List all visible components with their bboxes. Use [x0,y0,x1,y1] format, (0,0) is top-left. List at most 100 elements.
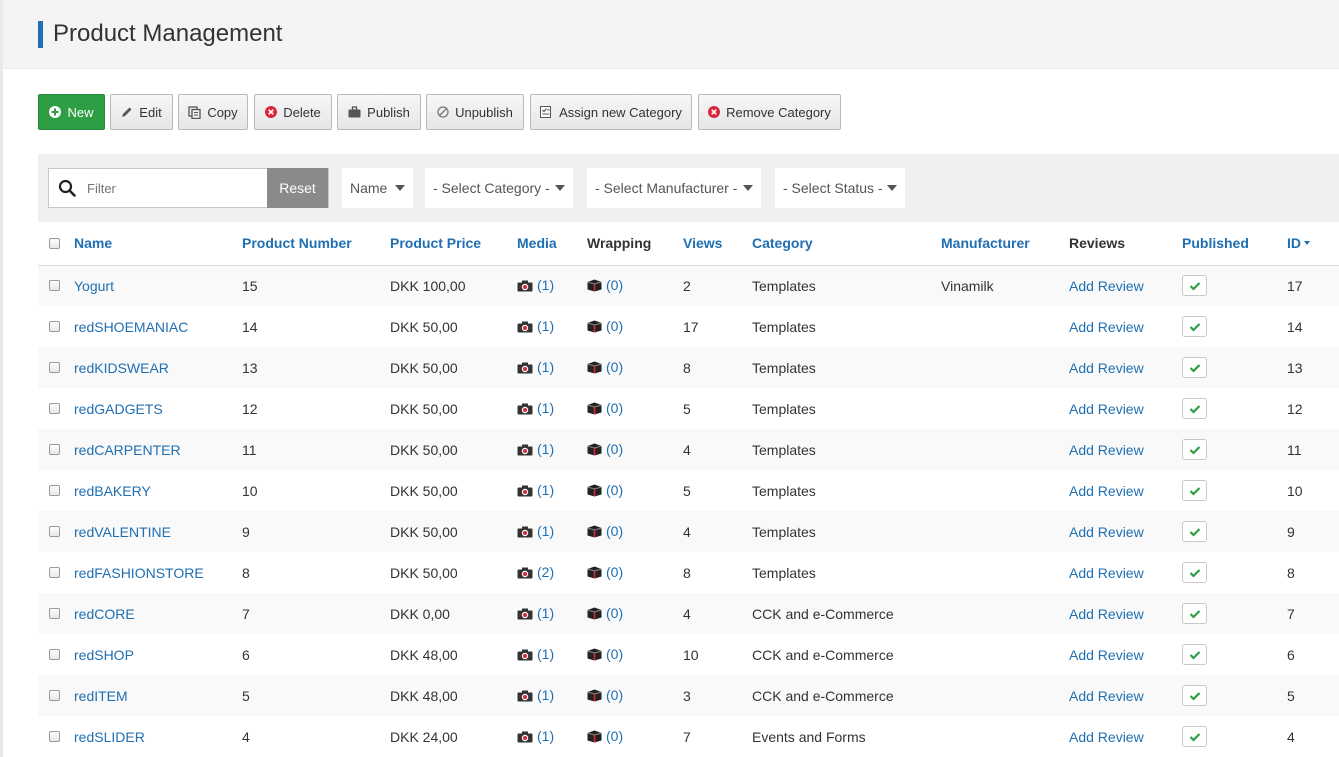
media-link[interactable]: (1) [517,523,554,539]
product-name-link[interactable]: Yogurt [74,278,114,294]
add-review-link[interactable]: Add Review [1069,483,1144,499]
wrapping-link[interactable]: (0) [587,605,623,621]
col-name[interactable]: Name [74,222,242,265]
media-link[interactable]: (1) [517,646,554,662]
add-review-link[interactable]: Add Review [1069,524,1144,540]
published-toggle[interactable] [1182,316,1207,337]
product-name-link[interactable]: redCARPENTER [74,442,181,458]
unpublish-button[interactable]: Unpublish [426,94,524,130]
product-name-link[interactable]: redFASHIONSTORE [74,565,204,581]
reset-button[interactable]: Reset [267,168,328,208]
row-checkbox[interactable] [49,690,60,701]
order-by-select[interactable]: Name [342,168,413,208]
publish-button[interactable]: Publish [337,94,421,130]
new-button-label: New [67,104,94,120]
wrapping-link[interactable]: (0) [587,728,623,744]
add-review-link[interactable]: Add Review [1069,442,1144,458]
wrapping-link[interactable]: (0) [587,359,623,375]
media-link[interactable]: (1) [517,318,554,334]
copy-button[interactable]: Copy [178,94,248,130]
row-checkbox[interactable] [49,280,60,292]
edit-button[interactable]: Edit [110,94,173,130]
row-checkbox[interactable] [49,608,60,619]
col-published[interactable]: Published [1182,222,1287,265]
new-button[interactable]: New [38,94,105,130]
wrapping-link[interactable]: (0) [587,646,623,662]
published-toggle[interactable] [1182,357,1207,378]
published-toggle[interactable] [1182,480,1207,501]
product-name-link[interactable]: redCORE [74,606,135,622]
published-toggle[interactable] [1182,685,1207,706]
product-name-link[interactable]: redSHOP [74,647,134,663]
add-review-link[interactable]: Add Review [1069,401,1144,417]
published-toggle[interactable] [1182,562,1207,583]
check-icon [1189,565,1201,581]
media-link[interactable]: (1) [517,605,554,621]
product-name-link[interactable]: redGADGETS [74,401,163,417]
published-toggle[interactable] [1182,521,1207,542]
row-checkbox[interactable] [49,485,60,496]
wrapping-link[interactable]: (0) [587,277,623,293]
product-name-link[interactable]: redSLIDER [74,729,145,745]
row-checkbox[interactable] [49,403,60,414]
select-all-checkbox[interactable] [49,237,60,249]
col-product-price[interactable]: Product Price [390,222,517,265]
id-cell: 14 [1287,318,1303,335]
published-toggle[interactable] [1182,603,1207,624]
wrapping-link[interactable]: (0) [587,482,623,498]
col-media[interactable]: Media [517,222,587,265]
media-link[interactable]: (1) [517,400,554,416]
media-link[interactable]: (1) [517,441,554,457]
media-link[interactable]: (1) [517,728,554,744]
add-review-link[interactable]: Add Review [1069,647,1144,663]
media-link[interactable]: (1) [517,482,554,498]
add-review-link[interactable]: Add Review [1069,278,1144,294]
published-toggle[interactable] [1182,726,1207,747]
col-category[interactable]: Category [752,222,941,265]
media-link[interactable]: (1) [517,277,554,293]
row-checkbox[interactable] [49,649,60,660]
col-product-number[interactable]: Product Number [242,222,390,265]
add-review-link[interactable]: Add Review [1069,729,1144,745]
wrapping-link[interactable]: (0) [587,318,623,334]
product-name-link[interactable]: redSHOEMANIAC [74,319,188,335]
category-select[interactable]: - Select Category - [425,168,573,208]
assign-category-button[interactable]: Assign new Category [530,94,692,130]
manufacturer-select[interactable]: - Select Manufacturer - [587,168,761,208]
row-checkbox[interactable] [49,321,60,332]
product-name-link[interactable]: redKIDSWEAR [74,360,169,376]
row-checkbox[interactable] [49,731,60,742]
published-toggle[interactable] [1182,439,1207,460]
media-link[interactable]: (2) [517,564,554,580]
published-toggle[interactable] [1182,275,1207,297]
media-link[interactable]: (1) [517,359,554,375]
wrapping-link[interactable]: (0) [587,687,623,703]
product-name-link[interactable]: redITEM [74,688,128,704]
delete-button[interactable]: Delete [254,94,332,130]
product-name-link[interactable]: redBAKERY [74,483,151,499]
wrapping-link[interactable]: (0) [587,564,623,580]
col-manufacturer[interactable]: Manufacturer [941,222,1069,265]
product-name-link[interactable]: redVALENTINE [74,524,171,540]
wrapping-link[interactable]: (0) [587,400,623,416]
add-review-link[interactable]: Add Review [1069,360,1144,376]
row-checkbox[interactable] [49,362,60,373]
media-link[interactable]: (1) [517,687,554,703]
col-views[interactable]: Views [683,222,752,265]
col-id[interactable]: ID [1287,222,1339,265]
published-toggle[interactable] [1182,644,1207,665]
wrapping-link[interactable]: (0) [587,441,623,457]
status-select[interactable]: - Select Status - [775,168,905,208]
remove-category-button[interactable]: Remove Category [698,94,841,130]
add-review-link[interactable]: Add Review [1069,606,1144,622]
search-input[interactable] [85,170,265,206]
row-checkbox[interactable] [49,444,60,455]
row-checkbox[interactable] [49,567,60,578]
add-review-link[interactable]: Add Review [1069,565,1144,581]
wrapping-link[interactable]: (0) [587,523,623,539]
add-review-link[interactable]: Add Review [1069,688,1144,704]
row-checkbox[interactable] [49,526,60,537]
add-review-link[interactable]: Add Review [1069,319,1144,335]
id-cell: 17 [1287,277,1303,294]
published-toggle[interactable] [1182,398,1207,419]
